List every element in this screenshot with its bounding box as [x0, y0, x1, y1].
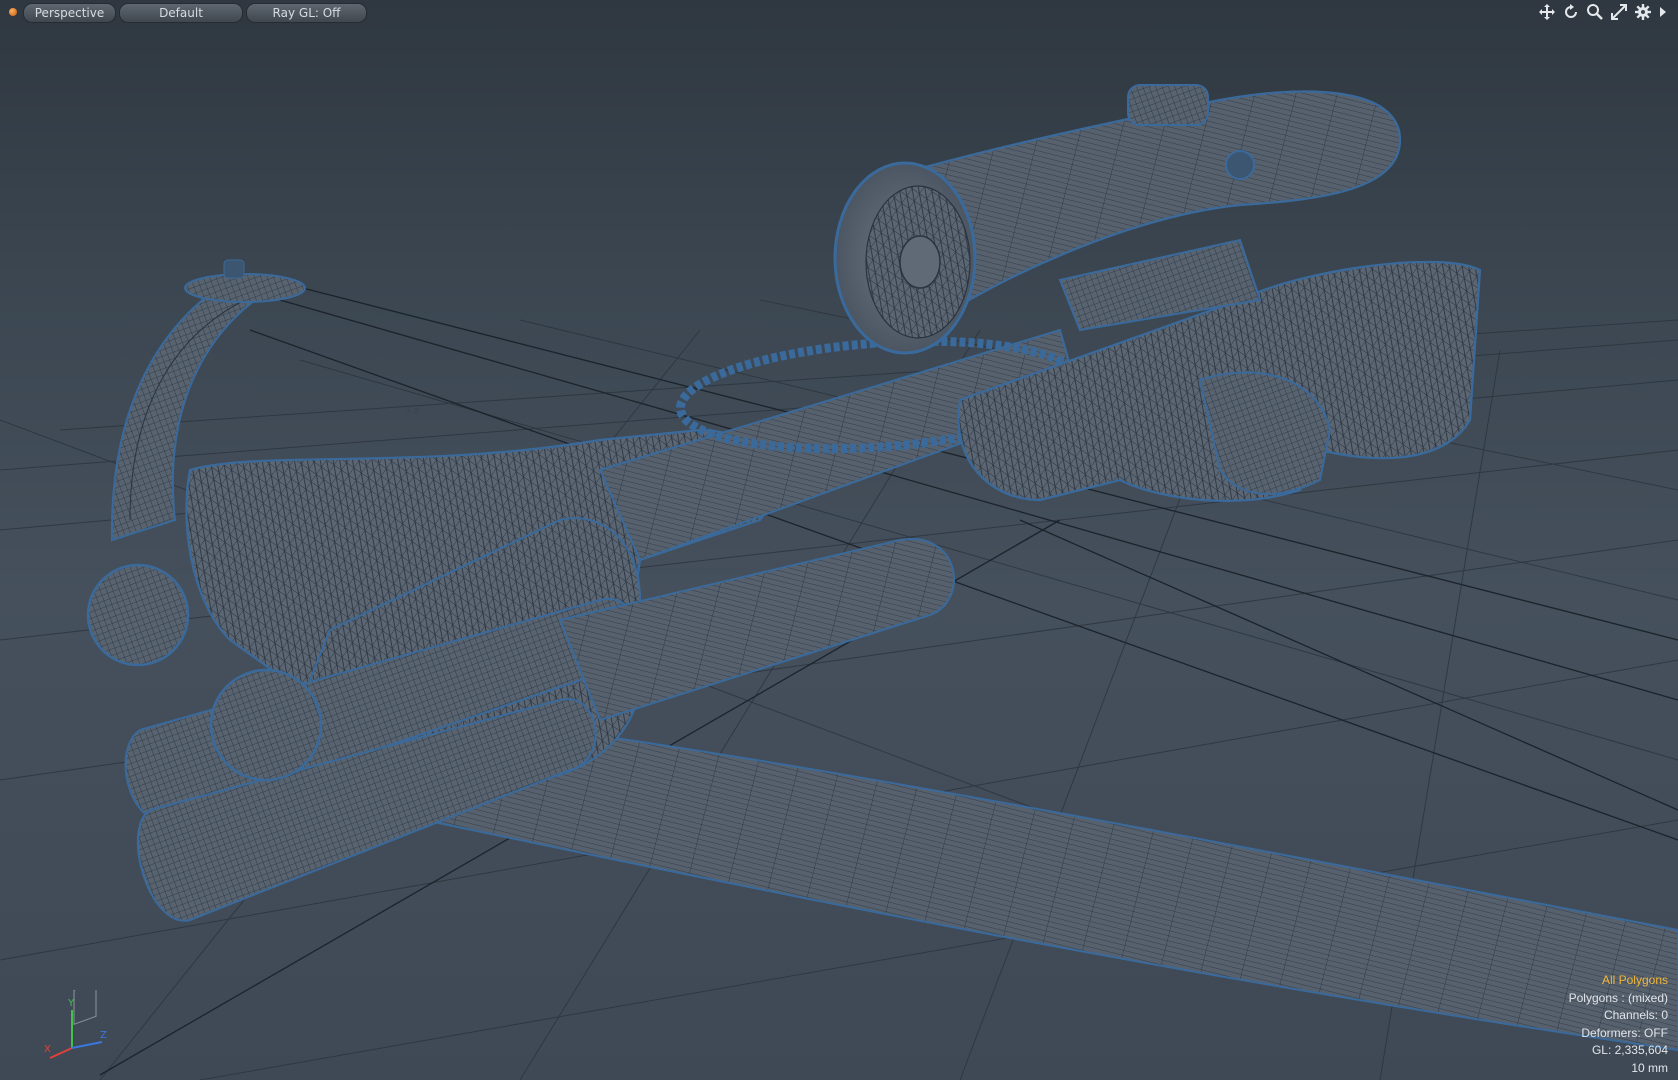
view-type-button[interactable]: Perspective [23, 3, 116, 23]
fit-icon[interactable] [1610, 3, 1628, 21]
polygon-count: Polygons : (mixed) [1568, 990, 1668, 1005]
channel-count: Channels: 0 [1603, 1008, 1668, 1022]
scope-lens [899, 235, 941, 289]
axis-gizmo: Y X Z [44, 990, 107, 1059]
axis-y-label: Y [67, 998, 75, 1009]
grid-unit: 10 mm [1631, 1060, 1668, 1075]
limb-sphere-2 [209, 668, 323, 782]
raygl-button[interactable]: Ray GL: Off [246, 3, 367, 23]
viewport-nav-icons [1538, 3, 1668, 21]
scope-turret [1127, 84, 1209, 126]
3d-viewport[interactable]: +x [0, 0, 1678, 1080]
viewport-toolbar: Perspective Default Ray GL: Off [0, 0, 1678, 24]
scope-knob [1225, 150, 1255, 180]
zoom-icon[interactable] [1586, 3, 1604, 21]
move-icon[interactable] [1538, 3, 1556, 21]
selection-mode: All Polygons [1601, 973, 1668, 987]
limb-cap [184, 273, 306, 303]
gear-icon[interactable] [1634, 3, 1652, 21]
svg-text:+x: +x [404, 404, 420, 417]
rotate-icon[interactable] [1562, 3, 1580, 21]
viewport-menu-icon[interactable] [9, 8, 17, 16]
arrow-right-icon[interactable] [1658, 3, 1668, 21]
axis-x-label: X [44, 1044, 51, 1055]
view-style-button[interactable]: Default [119, 3, 243, 23]
gl-count: GL: 2,335,604 [1591, 1043, 1668, 1057]
viewport-info: All Polygons Polygons : (mixed) Channels… [1569, 972, 1668, 1077]
axis-z-label: Z [100, 1030, 107, 1041]
viewport-canvas[interactable]: +x [0, 0, 1678, 1080]
deformers-status: Deformers: OFF [1581, 1025, 1668, 1040]
limb-sphere-1 [86, 563, 190, 667]
